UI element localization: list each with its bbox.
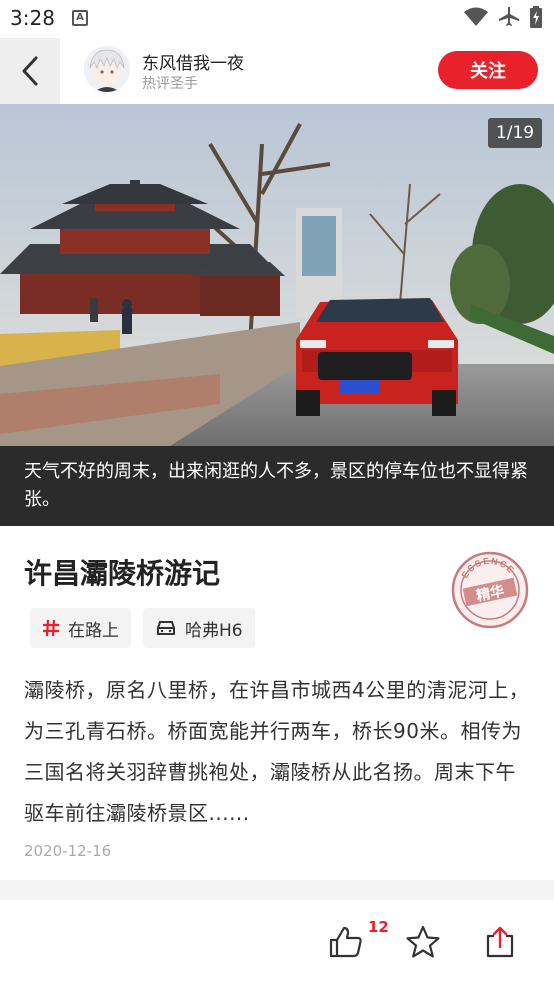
publish-date: 2020-12-16 xyxy=(24,842,112,860)
status-icons xyxy=(464,6,542,28)
car-icon xyxy=(155,619,177,637)
tag-item[interactable]: 在路上 xyxy=(30,608,131,648)
follow-button[interactable]: 关注 xyxy=(438,51,538,89)
share-button[interactable] xyxy=(480,922,520,962)
bottom-action-bar: 12 xyxy=(0,900,554,984)
thumbs-up-icon xyxy=(329,926,362,958)
section-divider xyxy=(0,880,554,900)
tag-label: 哈弗H6 xyxy=(185,620,243,641)
tag-label: 在路上 xyxy=(68,620,119,641)
photo-counter: 1/19 xyxy=(488,118,542,148)
article-summary[interactable]: 灞陵桥，原名八里桥，在许昌市城西4公里的清泥河上，为三孔青石桥。桥面宽能并行两车… xyxy=(24,670,530,834)
chevron-left-icon xyxy=(22,56,38,86)
back-button[interactable] xyxy=(0,38,60,104)
tag-item[interactable]: 哈弗H6 xyxy=(143,608,255,648)
article-header: 东风借我一夜 热评圣手 关注 xyxy=(0,38,554,104)
avatar-image xyxy=(84,46,130,92)
author-title: 热评圣手 xyxy=(142,76,198,92)
wifi-icon xyxy=(464,7,488,26)
like-count: 12 xyxy=(368,918,389,936)
photo-caption: 天气不好的周末，出来闲逛的人不多，景区的停车位也不显得紧张。 xyxy=(0,446,554,526)
tag-list: 在路上 哈弗H6 xyxy=(30,608,255,648)
status-bar: 3:28 A xyxy=(0,0,554,38)
airplane-icon xyxy=(499,7,519,26)
article-photo[interactable]: 1/19 xyxy=(0,104,554,446)
status-time: 3:28 xyxy=(10,6,55,30)
author-name[interactable]: 东风借我一夜 xyxy=(142,49,244,74)
essence-badge: ESSENCE 精华 xyxy=(450,550,530,630)
notification-icon: A xyxy=(72,10,88,26)
battery-icon xyxy=(530,6,542,28)
scenic-photo xyxy=(0,104,554,446)
favorite-button[interactable] xyxy=(403,922,443,962)
avatar[interactable] xyxy=(84,46,130,92)
star-icon xyxy=(406,925,440,958)
share-icon xyxy=(486,926,514,958)
like-button[interactable] xyxy=(326,922,366,962)
article-title: 许昌灞陵桥游记 xyxy=(24,557,221,590)
essence-stamp-icon: ESSENCE 精华 xyxy=(451,551,529,629)
hashtag-icon xyxy=(42,619,60,637)
